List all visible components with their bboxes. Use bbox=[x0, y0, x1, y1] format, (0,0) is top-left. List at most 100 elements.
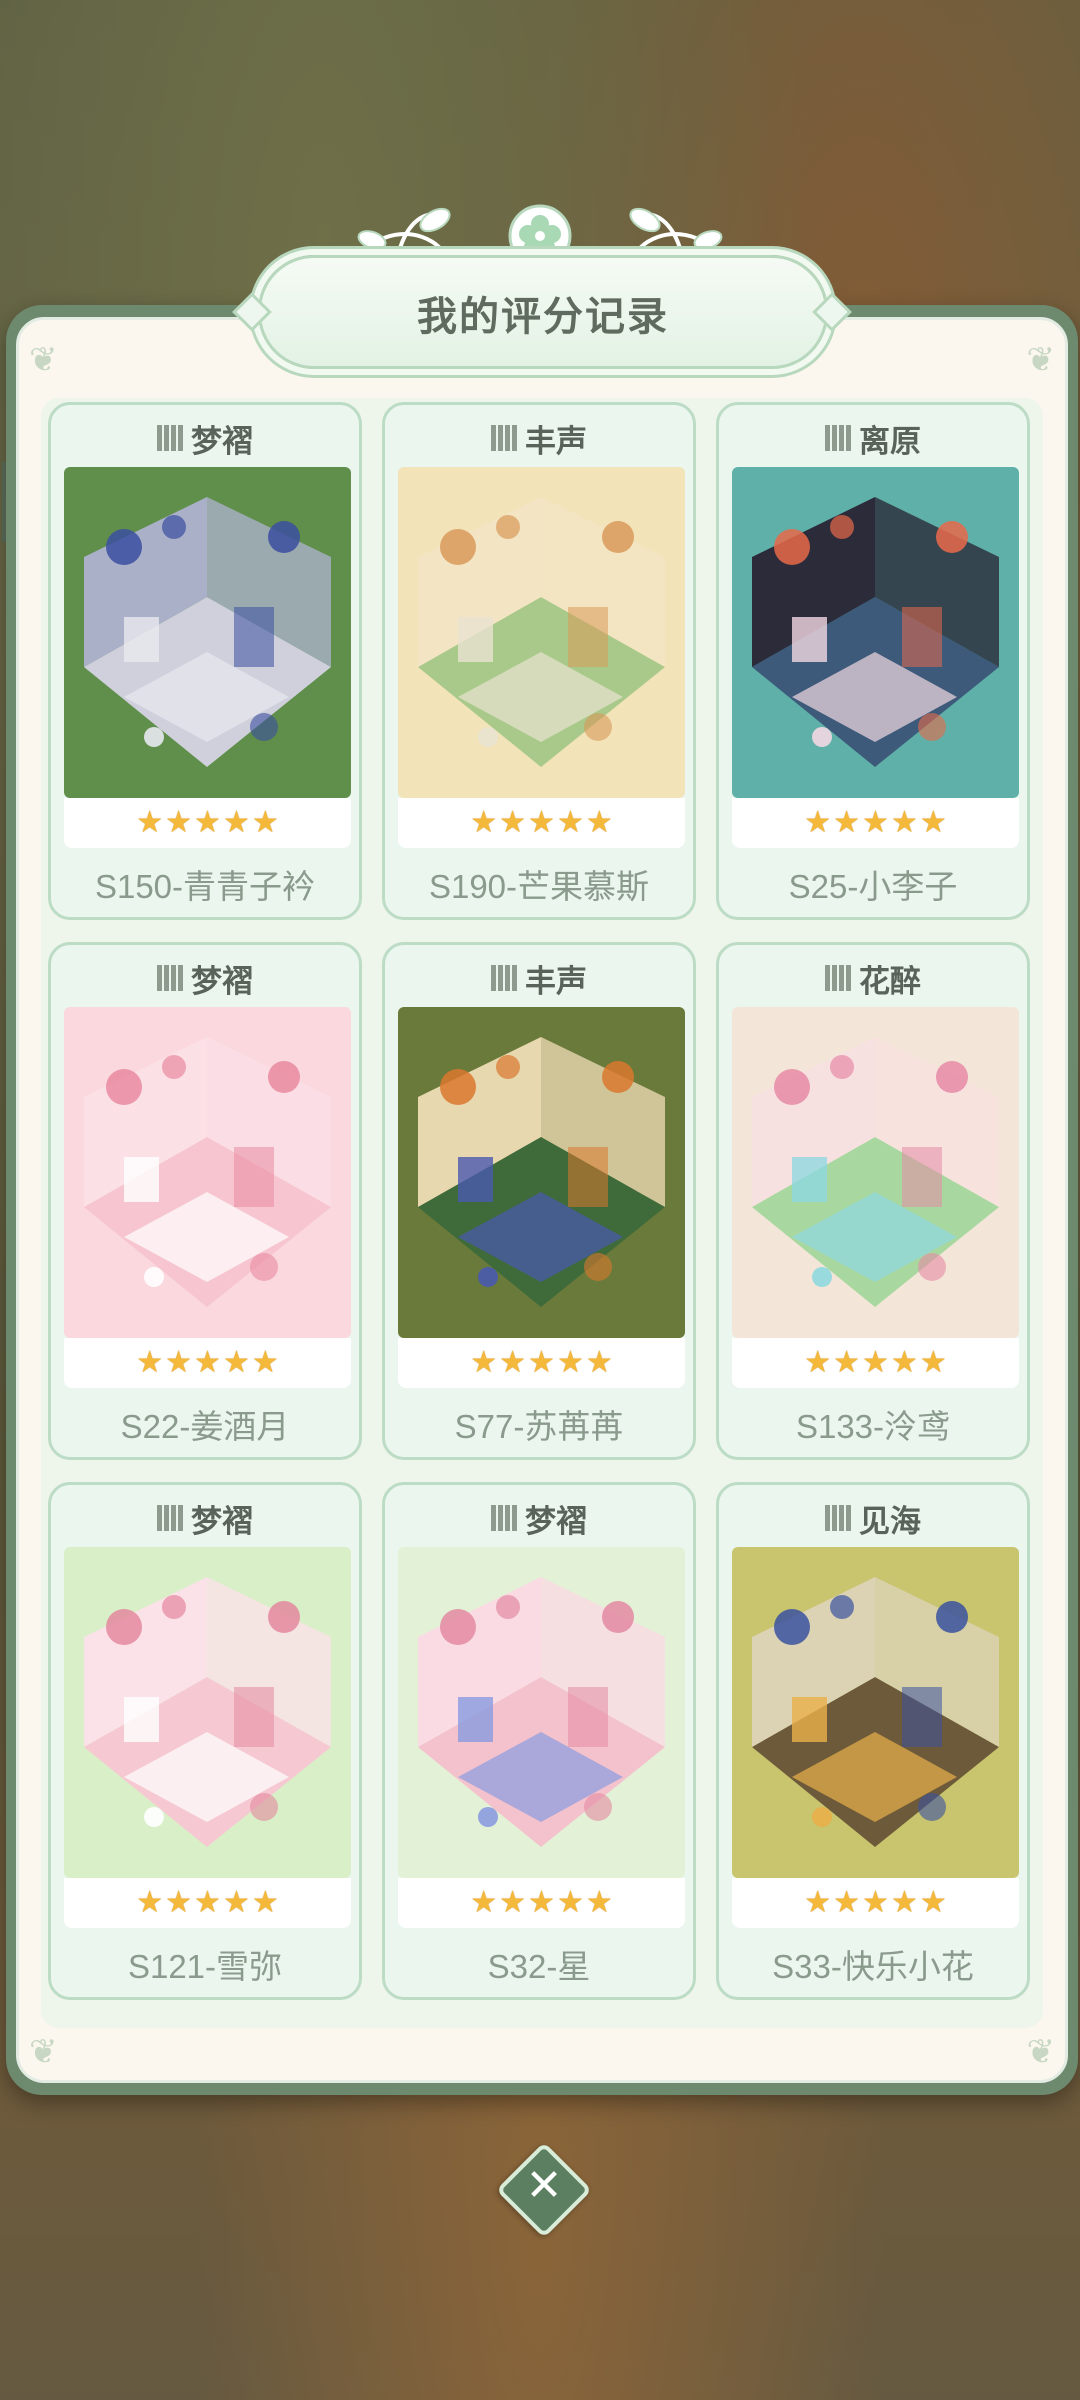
star-rating: ★ ★ ★ ★ ★ bbox=[64, 798, 351, 848]
level-label: 梦褶 bbox=[191, 423, 253, 459]
star-icon: ★ bbox=[556, 806, 584, 839]
title-banner: 我的评分记录 bbox=[258, 255, 828, 369]
record-card[interactable]: 丰声 ★ ★ ★ ★ ★ S77-苏苒苒 bbox=[382, 942, 696, 1460]
room-thumbnail[interactable] bbox=[732, 1547, 1019, 1878]
star-icon: ★ bbox=[251, 1886, 279, 1919]
level-bars-icon bbox=[157, 1505, 183, 1531]
star-icon: ★ bbox=[136, 806, 164, 839]
star-icon: ★ bbox=[222, 1886, 250, 1919]
star-icon: ★ bbox=[890, 806, 918, 839]
card-level: 梦褶 bbox=[385, 1493, 693, 1543]
star-icon: ★ bbox=[528, 1346, 555, 1379]
star-rating: ★ ★ ★ ★ ★ bbox=[398, 1878, 685, 1928]
level-bars-icon bbox=[825, 965, 851, 991]
close-icon[interactable]: ✕ bbox=[510, 2152, 578, 2220]
star-icon: ★ bbox=[528, 1886, 555, 1919]
record-card[interactable]: 见海 ★ ★ ★ ★ ★ S33-快乐小花 bbox=[716, 1482, 1030, 2000]
level-bars-icon bbox=[825, 1505, 851, 1531]
card-level: 丰声 bbox=[385, 953, 693, 1003]
star-icon: ★ bbox=[222, 806, 250, 839]
star-icon: ★ bbox=[470, 806, 498, 839]
star-icon: ★ bbox=[862, 1346, 889, 1379]
star-icon: ★ bbox=[890, 1346, 918, 1379]
level-bars-icon bbox=[491, 1505, 517, 1531]
star-rating: ★ ★ ★ ★ ★ bbox=[732, 798, 1019, 848]
star-icon: ★ bbox=[833, 1886, 861, 1919]
level-bars-icon bbox=[491, 965, 517, 991]
star-rating: ★ ★ ★ ★ ★ bbox=[398, 1338, 685, 1388]
room-thumbnail[interactable] bbox=[398, 1547, 685, 1878]
record-card[interactable]: 花醉 ★ ★ ★ ★ ★ S133-泠鸢 bbox=[716, 942, 1030, 1460]
level-label: 丰声 bbox=[525, 963, 587, 999]
star-icon: ★ bbox=[499, 1886, 527, 1919]
star-icon: ★ bbox=[804, 1346, 832, 1379]
star-icon: ★ bbox=[556, 1346, 584, 1379]
record-name: S25-小李子 bbox=[788, 868, 958, 905]
room-thumbnail[interactable] bbox=[398, 467, 685, 798]
record-name: S133-泠鸢 bbox=[795, 1408, 951, 1445]
star-icon: ★ bbox=[222, 1346, 250, 1379]
record-card[interactable]: 梦褶 ★ ★ ★ ★ ★ S32-星 bbox=[382, 1482, 696, 2000]
record-name: S77-苏苒苒 bbox=[454, 1408, 624, 1445]
star-icon: ★ bbox=[194, 806, 221, 839]
star-icon: ★ bbox=[165, 1886, 193, 1919]
star-icon: ★ bbox=[165, 806, 193, 839]
corner-ornament-icon: ❦ bbox=[1026, 341, 1056, 379]
record-card[interactable]: 梦褶 ★ ★ ★ ★ ★ S22-姜酒月 bbox=[48, 942, 362, 1460]
record-card[interactable]: 梦褶 ★ ★ ★ ★ ★ S150-青青子衿 bbox=[48, 402, 362, 920]
room-thumbnail[interactable] bbox=[64, 1007, 351, 1338]
star-icon: ★ bbox=[862, 1886, 889, 1919]
card-level: 花醉 bbox=[719, 953, 1027, 1003]
record-name: S121-雪弥 bbox=[127, 1948, 283, 1985]
star-icon: ★ bbox=[470, 1346, 498, 1379]
corner-ornament-icon: ❦ bbox=[1026, 2033, 1056, 2071]
card-level: 离原 bbox=[719, 413, 1027, 463]
star-icon: ★ bbox=[499, 806, 527, 839]
star-rating: ★ ★ ★ ★ ★ bbox=[732, 1338, 1019, 1388]
star-icon: ★ bbox=[833, 1346, 861, 1379]
star-rating: ★ ★ ★ ★ ★ bbox=[398, 798, 685, 848]
level-bars-icon bbox=[491, 425, 517, 451]
level-bars-icon bbox=[825, 425, 851, 451]
star-icon: ★ bbox=[556, 1886, 584, 1919]
star-icon: ★ bbox=[585, 1886, 613, 1919]
level-label: 梦褶 bbox=[525, 1503, 587, 1539]
room-thumbnail[interactable] bbox=[732, 467, 1019, 798]
star-icon: ★ bbox=[862, 806, 889, 839]
star-icon: ★ bbox=[251, 806, 279, 839]
record-card[interactable]: 离原 ★ ★ ★ ★ ★ S25-小李子 bbox=[716, 402, 1030, 920]
star-rating: ★ ★ ★ ★ ★ bbox=[732, 1878, 1019, 1928]
star-icon: ★ bbox=[165, 1346, 193, 1379]
record-card[interactable]: 丰声 ★ ★ ★ ★ ★ S190-芒果慕斯 bbox=[382, 402, 696, 920]
star-icon: ★ bbox=[136, 1346, 164, 1379]
record-name: S22-姜酒月 bbox=[120, 1408, 290, 1445]
record-card[interactable]: 梦褶 ★ ★ ★ ★ ★ S121-雪弥 bbox=[48, 1482, 362, 2000]
star-icon: ★ bbox=[194, 1346, 221, 1379]
level-label: 梦褶 bbox=[191, 963, 253, 999]
room-thumbnail[interactable] bbox=[64, 1547, 351, 1878]
corner-ornament-icon: ❦ bbox=[29, 341, 58, 379]
room-thumbnail[interactable] bbox=[398, 1007, 685, 1338]
star-icon: ★ bbox=[585, 806, 613, 839]
star-icon: ★ bbox=[136, 1886, 164, 1919]
card-level: 梦褶 bbox=[51, 413, 359, 463]
star-icon: ★ bbox=[804, 806, 832, 839]
star-icon: ★ bbox=[890, 1886, 918, 1919]
level-label: 离原 bbox=[859, 423, 921, 459]
star-icon: ★ bbox=[499, 1346, 527, 1379]
record-name: S32-星 bbox=[487, 1948, 591, 1985]
star-icon: ★ bbox=[470, 1886, 498, 1919]
record-name: S190-芒果慕斯 bbox=[428, 868, 650, 905]
room-thumbnail[interactable] bbox=[732, 1007, 1019, 1338]
star-icon: ★ bbox=[804, 1886, 832, 1919]
star-icon: ★ bbox=[919, 1346, 947, 1379]
star-icon: ★ bbox=[833, 806, 861, 839]
level-label: 丰声 bbox=[525, 423, 587, 459]
star-rating: ★ ★ ★ ★ ★ bbox=[64, 1878, 351, 1928]
level-label: 花醉 bbox=[859, 963, 921, 999]
star-icon: ★ bbox=[919, 806, 947, 839]
room-thumbnail[interactable] bbox=[64, 467, 351, 798]
corner-ornament-icon: ❦ bbox=[29, 2033, 58, 2071]
level-label: 梦褶 bbox=[191, 1503, 253, 1539]
level-bars-icon bbox=[157, 965, 183, 991]
